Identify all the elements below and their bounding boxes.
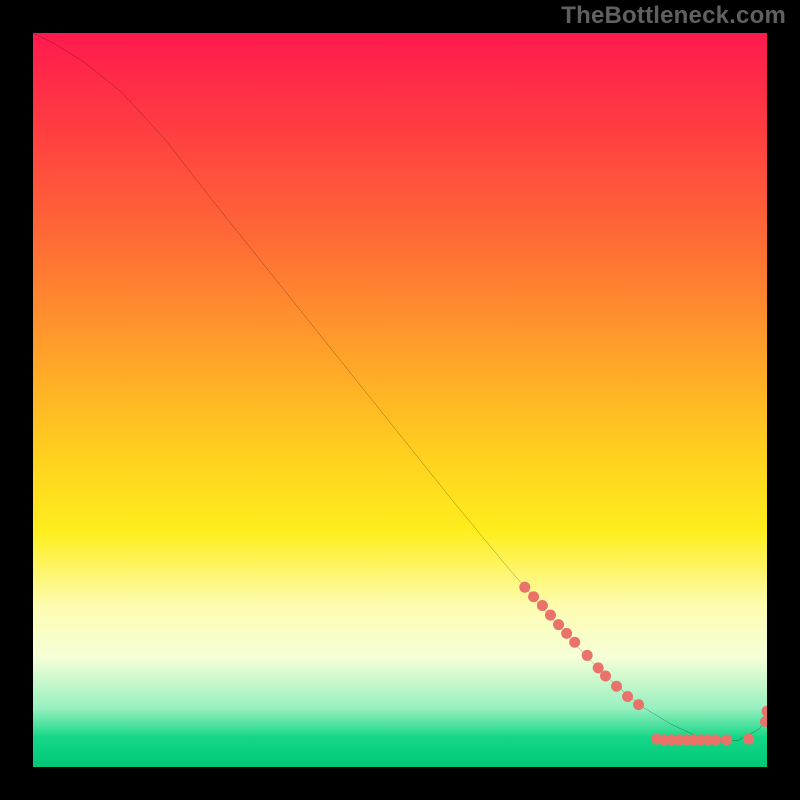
data-point <box>721 734 732 745</box>
data-point <box>561 628 572 639</box>
data-point <box>633 699 644 710</box>
bottleneck-curve <box>33 33 767 741</box>
data-point <box>622 691 633 702</box>
data-point <box>545 610 556 621</box>
data-point <box>537 600 548 611</box>
data-point <box>760 716 767 727</box>
data-point <box>519 582 530 593</box>
data-point <box>553 619 564 630</box>
data-point <box>710 734 721 745</box>
data-point <box>743 734 754 745</box>
data-point <box>569 637 580 648</box>
plot-area <box>33 33 767 767</box>
watermark-text: TheBottleneck.com <box>561 2 786 30</box>
data-point <box>528 591 539 602</box>
chart-frame: TheBottleneck.com <box>0 0 800 800</box>
data-points <box>519 582 767 746</box>
data-point <box>761 706 767 717</box>
data-point <box>600 670 611 681</box>
data-point <box>611 681 622 692</box>
chart-svg <box>33 33 767 767</box>
data-point <box>582 650 593 661</box>
